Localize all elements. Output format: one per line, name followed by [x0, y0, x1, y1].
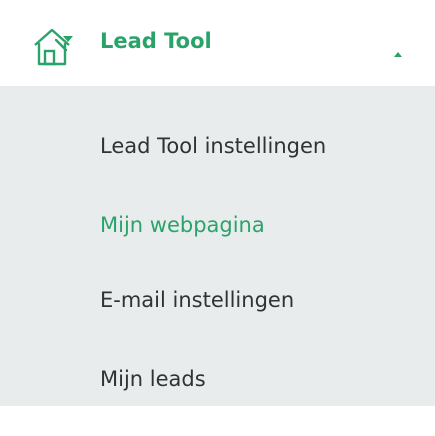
submenu-item-lead-tool-instellingen[interactable]: Lead Tool instellingen [100, 134, 326, 159]
submenu-item-mijn-webpagina[interactable]: Mijn webpagina [100, 213, 265, 238]
caret-up-icon[interactable] [393, 43, 403, 57]
lead-tool-label: Lead Tool [100, 29, 212, 53]
lead-tool-menu-header[interactable]: Lead Tool [0, 0, 435, 86]
house-with-tool-icon [30, 24, 76, 70]
submenu-item-e-mail-instellingen[interactable]: E-mail instellingen [100, 288, 294, 313]
menu-bottom-area [0, 406, 435, 436]
submenu-item-mijn-leads[interactable]: Mijn leads [100, 367, 206, 392]
lead-tool-menu: Lead Tool Lead Tool instellingen Mijn we… [0, 0, 435, 436]
lead-tool-submenu: Lead Tool instellingen Mijn webpagina E-… [0, 86, 435, 406]
